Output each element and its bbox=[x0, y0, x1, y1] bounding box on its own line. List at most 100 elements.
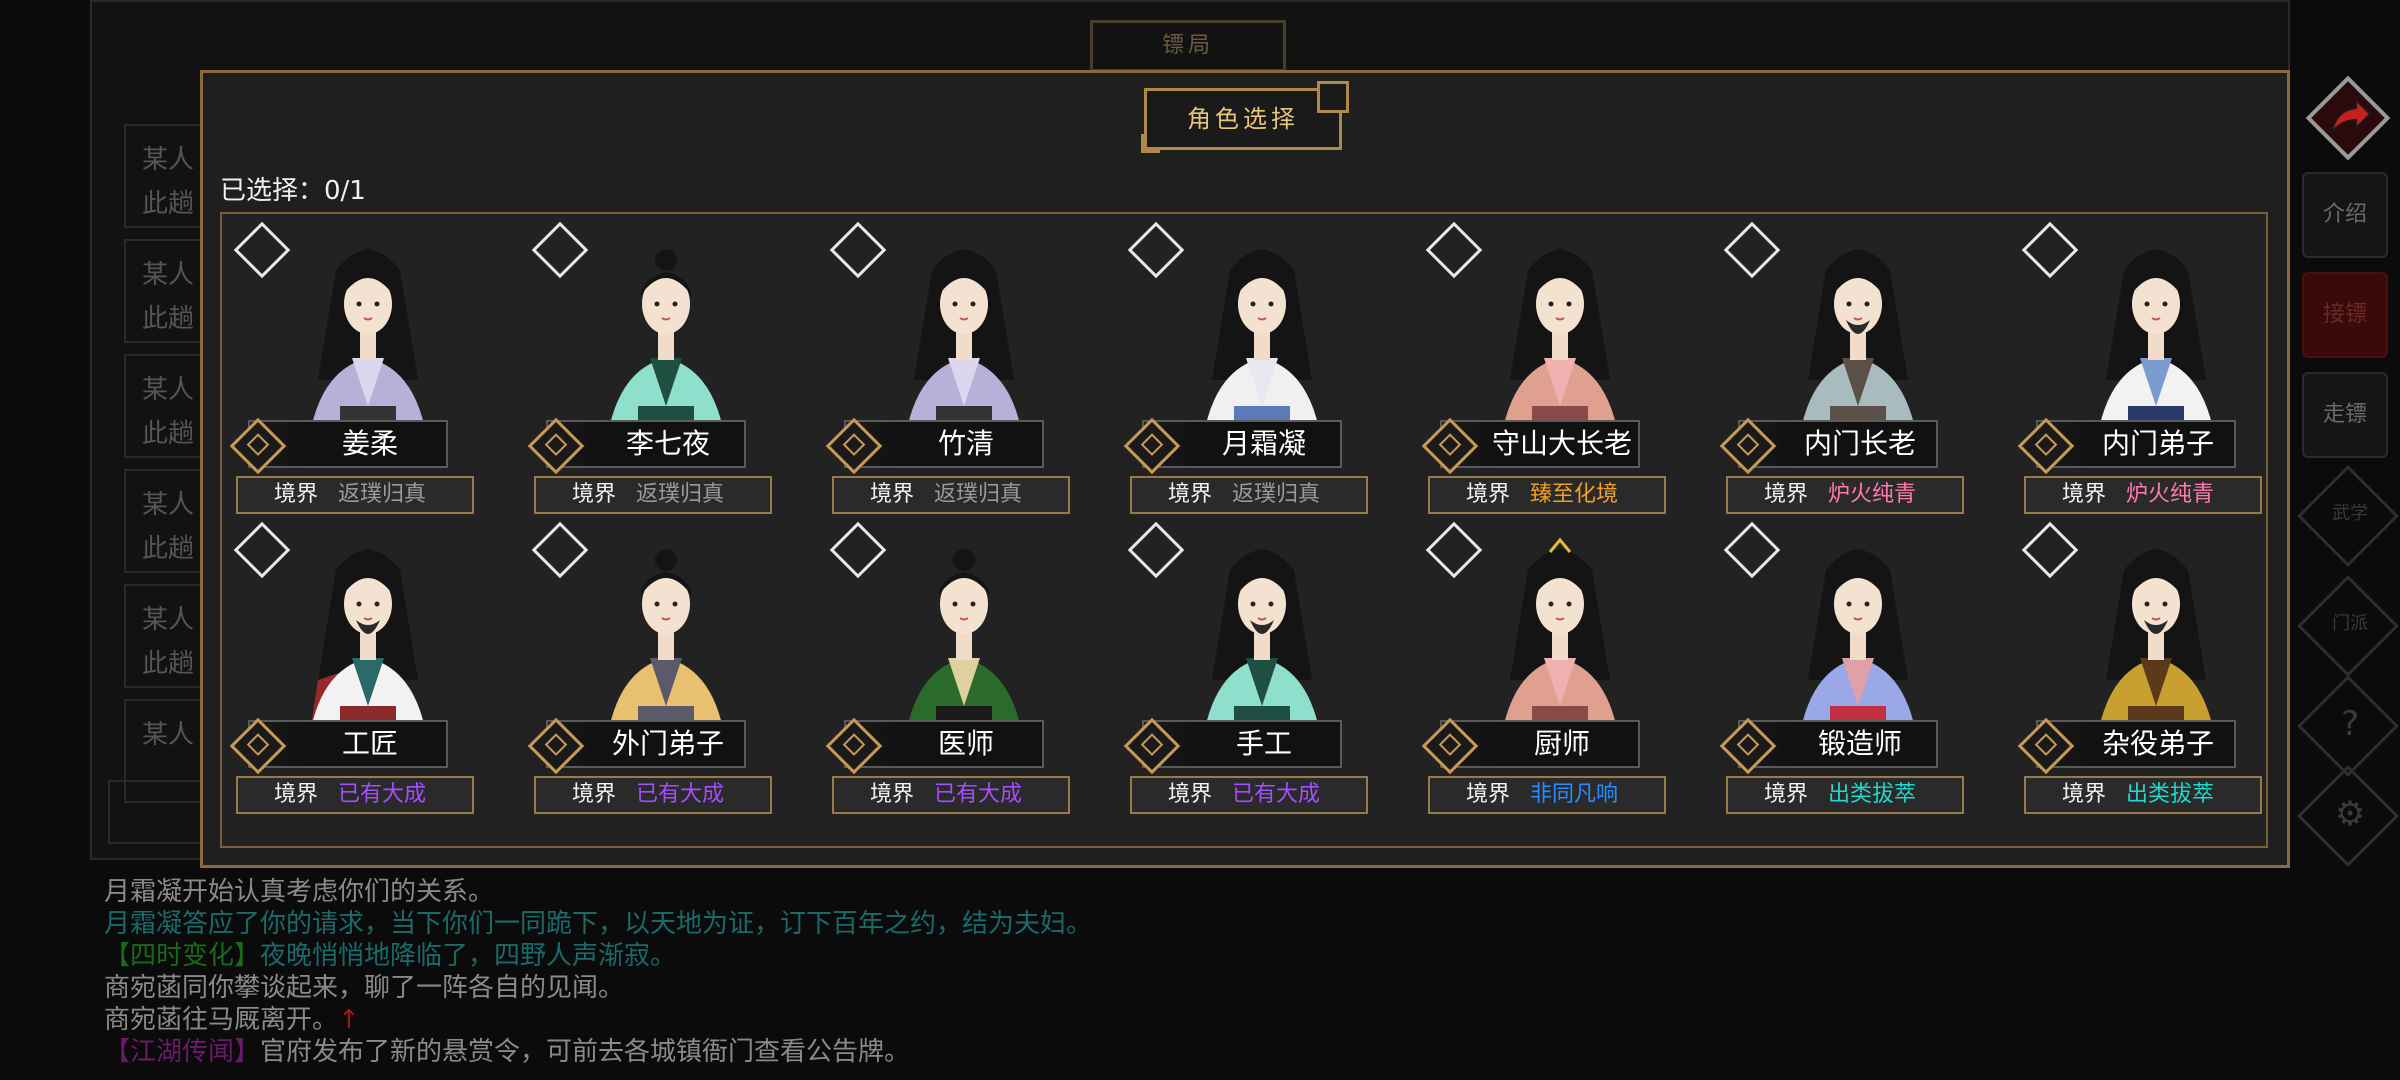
intro-button[interactable]: 介绍 bbox=[2302, 172, 2388, 258]
character-portrait bbox=[904, 249, 1024, 446]
character-card[interactable]: 内门长老 境界 炉火纯青 bbox=[1718, 221, 1964, 520]
character-portrait bbox=[308, 249, 428, 446]
realm-value: 已有大成 bbox=[934, 782, 1023, 807]
background-item-line: 此趟 bbox=[142, 649, 195, 679]
background-item-line: 此趟 bbox=[142, 189, 195, 219]
realm-label: 境界 bbox=[870, 782, 915, 807]
background-item-line: 某人 bbox=[142, 145, 195, 175]
martial-arts-button[interactable]: 武学 bbox=[2297, 465, 2399, 567]
log-line: 商宛菡同你攀谈起来，聊了一阵各自的见闻。 bbox=[104, 972, 2284, 1004]
log-line: 【江湖传闻】官府发布了新的悬赏令，可前去各城镇衙门查看公告牌。 bbox=[104, 1036, 2284, 1068]
character-portrait bbox=[1798, 249, 1918, 446]
realm-value: 臻至化境 bbox=[1530, 482, 1619, 507]
character-portrait bbox=[1202, 549, 1322, 746]
log-line: 月霜凝答应了你的请求，当下你们一同跪下，以天地为证，订下百年之约，结为夫妇。 bbox=[104, 908, 2284, 940]
background-item-line: 某人 bbox=[142, 260, 195, 290]
realm-value: 返璞归真 bbox=[1232, 482, 1321, 507]
realm-badge: 境界 非同凡响 bbox=[1428, 776, 1666, 814]
character-name: 竹清 bbox=[937, 427, 994, 460]
character-portrait bbox=[904, 549, 1024, 746]
sect-button[interactable]: 门派 bbox=[2297, 575, 2399, 677]
realm-label: 境界 bbox=[2062, 482, 2107, 507]
character-portrait bbox=[308, 549, 428, 746]
share-icon[interactable] bbox=[2306, 76, 2390, 160]
character-portrait bbox=[2096, 549, 2216, 746]
escort-button[interactable]: 走镖 bbox=[2302, 372, 2388, 458]
realm-value: 返璞归真 bbox=[934, 482, 1023, 507]
realm-value: 返璞归真 bbox=[636, 482, 725, 507]
character-card[interactable]: 姜柔 境界 返璞归真 bbox=[228, 221, 474, 520]
realm-badge: 境界 已有大成 bbox=[534, 776, 772, 814]
character-portrait bbox=[2096, 249, 2216, 446]
character-card[interactable]: 杂役弟子境界 出类拔萃 bbox=[2016, 521, 2262, 820]
realm-badge: 境界 出类拔萃 bbox=[1726, 776, 1964, 814]
background-item-line: 某人 bbox=[142, 375, 195, 405]
character-card[interactable]: 锻造师 境界 出类拔萃 bbox=[1718, 521, 1964, 820]
log-segment: 商宛菡往马厩离开。 bbox=[104, 1005, 339, 1035]
log-segment: ↑ bbox=[338, 1005, 360, 1035]
help-icon: ? bbox=[2341, 703, 2360, 744]
character-portrait bbox=[606, 549, 726, 746]
log-segment: 月霜凝答应了你的请求，当下你们一同跪下，以天地为证，订下百年之约，结为夫妇。 bbox=[104, 909, 1093, 939]
realm-label: 境界 bbox=[1764, 782, 1809, 807]
background-item-line: 此趟 bbox=[142, 304, 195, 334]
character-card[interactable]: 医师 境界 已有大成 bbox=[824, 521, 1070, 820]
character-card[interactable]: 守山大长老 境界 臻至化境 bbox=[1420, 221, 1666, 520]
realm-label: 境界 bbox=[572, 482, 617, 507]
character-card[interactable]: 手工境界 已有大成 bbox=[1122, 521, 1368, 820]
background-list-item: 某人 此趟 bbox=[124, 239, 204, 343]
character-name: 锻造师 bbox=[1817, 727, 1902, 760]
background-list-item: 某人 此趟 bbox=[124, 124, 204, 228]
character-card[interactable]: 厨师 境界 非同凡响 bbox=[1420, 521, 1666, 820]
character-card[interactable]: 工匠 境界 已有大成 bbox=[228, 521, 474, 820]
character-name: 杂役弟子 bbox=[2101, 727, 2214, 760]
log-segment: 夜晚悄悄地降临了，四野人声渐寂。 bbox=[260, 941, 677, 971]
background-item-line: 此趟 bbox=[142, 534, 195, 564]
character-portrait bbox=[1500, 537, 1620, 746]
character-name: 李七夜 bbox=[625, 427, 710, 460]
realm-badge: 境界 已有大成 bbox=[1130, 776, 1368, 814]
character-name: 月霜凝 bbox=[1221, 427, 1306, 460]
background-item-line: 此趟 bbox=[142, 419, 195, 449]
realm-label: 境界 bbox=[1168, 782, 1213, 807]
realm-label: 境界 bbox=[274, 482, 319, 507]
accept-escort-button[interactable]: 接镖 bbox=[2302, 272, 2388, 358]
realm-badge: 境界 返璞归真 bbox=[236, 476, 474, 514]
character-card[interactable]: 外门弟子 境界 已有大成 bbox=[526, 521, 772, 820]
character-card[interactable]: 李七夜 境界 返璞归真 bbox=[526, 221, 772, 520]
character-card[interactable]: 竹清境界 返璞归真 bbox=[824, 221, 1070, 520]
character-card[interactable]: 月霜凝境界 返璞归真 bbox=[1122, 221, 1368, 520]
realm-value: 出类拔萃 bbox=[1828, 782, 1917, 807]
background-item-line: 某人 bbox=[142, 605, 195, 635]
gear-icon: ⚙ bbox=[2334, 793, 2366, 834]
realm-badge: 境界 返璞归真 bbox=[1130, 476, 1368, 514]
selected-count: 已选择：0/1 bbox=[220, 176, 366, 206]
realm-value: 出类拔萃 bbox=[2126, 782, 2215, 807]
log-line: 月霜凝开始认真考虑你们的关系。 bbox=[104, 876, 2284, 908]
character-name: 内门长老 bbox=[1803, 427, 1916, 460]
character-card[interactable]: 内门弟子 境界 炉火纯青 bbox=[2016, 221, 2262, 520]
log-segment: 官府发布了新的悬赏令，可前去各城镇衙门查看公告牌。 bbox=[260, 1037, 911, 1067]
character-name: 手工 bbox=[1235, 727, 1292, 760]
log-segment: 【四时变化】 bbox=[104, 941, 261, 971]
character-name: 医师 bbox=[937, 727, 994, 760]
log-line: 商宛菡往马厩离开。↑ bbox=[104, 1004, 2284, 1036]
background-item-line: 某人 bbox=[142, 720, 195, 750]
realm-badge: 境界 已有大成 bbox=[832, 776, 1070, 814]
settings-button[interactable]: ⚙ bbox=[2297, 765, 2399, 867]
realm-badge: 境界 炉火纯青 bbox=[2024, 476, 2262, 514]
character-grid: 姜柔 境界 返璞归真 李七夜 境界 返璞归真 竹清 境界 返璞归真 月霜凝 境界 返璞归真 守山大长老境… bbox=[220, 212, 2268, 848]
realm-badge: 境界 返璞归真 bbox=[832, 476, 1070, 514]
character-portrait bbox=[1798, 549, 1918, 746]
realm-label: 境界 bbox=[274, 782, 319, 807]
background-list-item: 某人 此趟 bbox=[124, 584, 204, 688]
background-title: 镖局 bbox=[1090, 20, 1286, 72]
help-button[interactable]: ? bbox=[2297, 675, 2399, 777]
log-segment: 商宛菡同你攀谈起来，聊了一阵各自的见闻。 bbox=[104, 973, 625, 1003]
log-segment: 月霜凝开始认真考虑你们的关系。 bbox=[104, 877, 495, 907]
realm-label: 境界 bbox=[1466, 782, 1511, 807]
realm-badge: 境界 出类拔萃 bbox=[2024, 776, 2262, 814]
realm-value: 已有大成 bbox=[338, 782, 427, 807]
character-portrait bbox=[606, 249, 726, 446]
realm-label: 境界 bbox=[2062, 782, 2107, 807]
